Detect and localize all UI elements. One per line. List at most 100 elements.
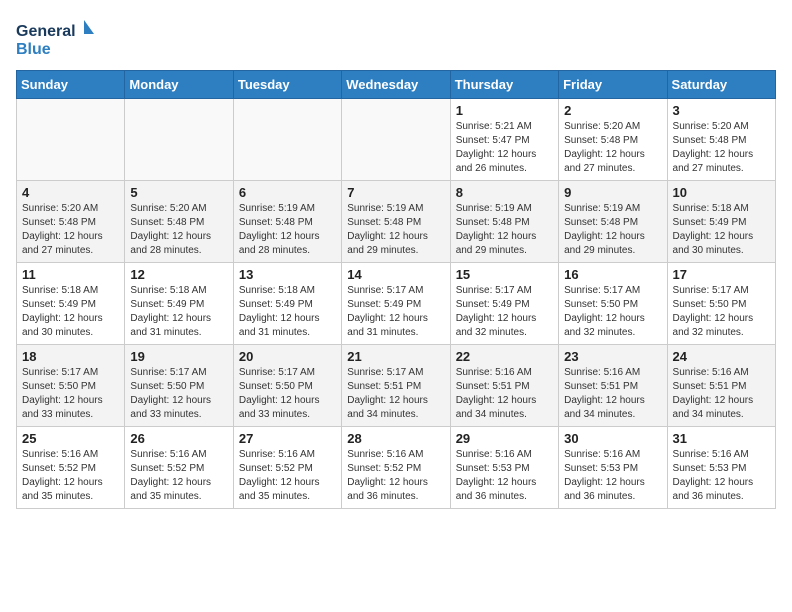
logo: General Blue — [16, 16, 96, 62]
day-detail: Sunrise: 5:16 AM Sunset: 5:52 PM Dayligh… — [347, 448, 444, 504]
day-number: 11 — [22, 267, 119, 282]
day-number: 5 — [130, 185, 227, 200]
col-header-monday: Monday — [125, 71, 233, 99]
logo-svg: General Blue — [16, 16, 96, 62]
calendar-cell: 13 Sunrise: 5:18 AM Sunset: 5:49 PM Dayli… — [233, 263, 341, 345]
day-number: 12 — [130, 267, 227, 282]
day-number: 9 — [564, 185, 661, 200]
calendar-cell: 17 Sunrise: 5:17 AM Sunset: 5:50 PM Dayli… — [667, 263, 775, 345]
calendar-cell — [17, 99, 125, 181]
calendar-cell — [233, 99, 341, 181]
calendar-cell: 5 Sunrise: 5:20 AM Sunset: 5:48 PM Daylig… — [125, 181, 233, 263]
calendar-cell: 6 Sunrise: 5:19 AM Sunset: 5:48 PM Daylig… — [233, 181, 341, 263]
calendar-cell: 24 Sunrise: 5:16 AM Sunset: 5:51 PM Dayli… — [667, 345, 775, 427]
day-detail: Sunrise: 5:16 AM Sunset: 5:51 PM Dayligh… — [673, 366, 770, 422]
calendar-cell — [342, 99, 450, 181]
day-detail: Sunrise: 5:20 AM Sunset: 5:48 PM Dayligh… — [564, 120, 661, 176]
day-number: 4 — [22, 185, 119, 200]
calendar-cell: 26Sunrise: 5:16 AM Sunset: 5:52 PM Dayli… — [125, 427, 233, 509]
day-detail: Sunrise: 5:17 AM Sunset: 5:50 PM Dayligh… — [673, 284, 770, 340]
day-number: 31 — [673, 431, 770, 446]
day-number: 6 — [239, 185, 336, 200]
day-number: 18 — [22, 349, 119, 364]
calendar-cell: 19 Sunrise: 5:17 AM Sunset: 5:50 PM Dayli… — [125, 345, 233, 427]
day-detail: Sunrise: 5:19 AM Sunset: 5:48 PM Dayligh… — [347, 202, 444, 258]
col-header-wednesday: Wednesday — [342, 71, 450, 99]
calendar-cell — [125, 99, 233, 181]
calendar-cell: 20 Sunrise: 5:17 AM Sunset: 5:50 PM Dayli… — [233, 345, 341, 427]
day-number: 7 — [347, 185, 444, 200]
calendar-cell: 4 Sunrise: 5:20 AM Sunset: 5:48 PM Daylig… — [17, 181, 125, 263]
calendar-cell: 21Sunrise: 5:17 AM Sunset: 5:51 PM Dayli… — [342, 345, 450, 427]
day-number: 10 — [673, 185, 770, 200]
calendar-cell: 2 Sunrise: 5:20 AM Sunset: 5:48 PM Daylig… — [559, 99, 667, 181]
day-detail: Sunrise: 5:17 AM Sunset: 5:50 PM Dayligh… — [239, 366, 336, 422]
calendar-cell: 16Sunrise: 5:17 AM Sunset: 5:50 PM Dayli… — [559, 263, 667, 345]
day-detail: Sunrise: 5:19 AM Sunset: 5:48 PM Dayligh… — [564, 202, 661, 258]
calendar-cell: 12 Sunrise: 5:18 AM Sunset: 5:49 PM Dayli… — [125, 263, 233, 345]
calendar-cell: 31 Sunrise: 5:16 AM Sunset: 5:53 PM Dayli… — [667, 427, 775, 509]
calendar-cell: 18 Sunrise: 5:17 AM Sunset: 5:50 PM Dayli… — [17, 345, 125, 427]
day-number: 24 — [673, 349, 770, 364]
calendar-cell: 10Sunrise: 5:18 AM Sunset: 5:49 PM Dayli… — [667, 181, 775, 263]
calendar-cell: 8 Sunrise: 5:19 AM Sunset: 5:48 PM Daylig… — [450, 181, 558, 263]
day-detail: Sunrise: 5:16 AM Sunset: 5:51 PM Dayligh… — [564, 366, 661, 422]
calendar-cell: 29 Sunrise: 5:16 AM Sunset: 5:53 PM Dayli… — [450, 427, 558, 509]
day-number: 8 — [456, 185, 553, 200]
col-header-saturday: Saturday — [667, 71, 775, 99]
day-number: 15 — [456, 267, 553, 282]
day-detail: Sunrise: 5:16 AM Sunset: 5:53 PM Dayligh… — [456, 448, 553, 504]
day-number: 2 — [564, 103, 661, 118]
day-detail: Sunrise: 5:20 AM Sunset: 5:48 PM Dayligh… — [130, 202, 227, 258]
day-number: 17 — [673, 267, 770, 282]
day-detail: Sunrise: 5:18 AM Sunset: 5:49 PM Dayligh… — [22, 284, 119, 340]
day-detail: Sunrise: 5:21 AM Sunset: 5:47 PM Dayligh… — [456, 120, 553, 176]
col-header-tuesday: Tuesday — [233, 71, 341, 99]
day-detail: Sunrise: 5:16 AM Sunset: 5:51 PM Dayligh… — [456, 366, 553, 422]
calendar-cell: 3Sunrise: 5:20 AM Sunset: 5:48 PM Daylig… — [667, 99, 775, 181]
calendar-week-row: 18 Sunrise: 5:17 AM Sunset: 5:50 PM Dayli… — [17, 345, 776, 427]
day-detail: Sunrise: 5:19 AM Sunset: 5:48 PM Dayligh… — [456, 202, 553, 258]
svg-text:Blue: Blue — [16, 41, 51, 58]
calendar-cell: 15 Sunrise: 5:17 AM Sunset: 5:49 PM Dayli… — [450, 263, 558, 345]
calendar-cell: 23 Sunrise: 5:16 AM Sunset: 5:51 PM Dayli… — [559, 345, 667, 427]
day-detail: Sunrise: 5:17 AM Sunset: 5:49 PM Dayligh… — [347, 284, 444, 340]
day-number: 30 — [564, 431, 661, 446]
day-detail: Sunrise: 5:17 AM Sunset: 5:50 PM Dayligh… — [22, 366, 119, 422]
calendar-cell: 25 Sunrise: 5:16 AM Sunset: 5:52 PM Dayli… — [17, 427, 125, 509]
day-number: 29 — [456, 431, 553, 446]
calendar-cell: 30 Sunrise: 5:16 AM Sunset: 5:53 PM Dayli… — [559, 427, 667, 509]
day-number: 25 — [22, 431, 119, 446]
day-detail: Sunrise: 5:18 AM Sunset: 5:49 PM Dayligh… — [130, 284, 227, 340]
day-detail: Sunrise: 5:17 AM Sunset: 5:49 PM Dayligh… — [456, 284, 553, 340]
svg-text:General: General — [16, 23, 76, 40]
day-detail: Sunrise: 5:17 AM Sunset: 5:50 PM Dayligh… — [564, 284, 661, 340]
day-number: 13 — [239, 267, 336, 282]
day-detail: Sunrise: 5:20 AM Sunset: 5:48 PM Dayligh… — [22, 202, 119, 258]
calendar-cell: 1Sunrise: 5:21 AM Sunset: 5:47 PM Daylig… — [450, 99, 558, 181]
day-number: 21 — [347, 349, 444, 364]
calendar-cell: 28 Sunrise: 5:16 AM Sunset: 5:52 PM Dayli… — [342, 427, 450, 509]
day-number: 28 — [347, 431, 444, 446]
calendar-week-row: 1Sunrise: 5:21 AM Sunset: 5:47 PM Daylig… — [17, 99, 776, 181]
day-detail: Sunrise: 5:18 AM Sunset: 5:49 PM Dayligh… — [239, 284, 336, 340]
calendar-week-row: 25 Sunrise: 5:16 AM Sunset: 5:52 PM Dayli… — [17, 427, 776, 509]
day-detail: Sunrise: 5:17 AM Sunset: 5:50 PM Dayligh… — [130, 366, 227, 422]
calendar-cell: 27 Sunrise: 5:16 AM Sunset: 5:52 PM Dayli… — [233, 427, 341, 509]
day-detail: Sunrise: 5:16 AM Sunset: 5:53 PM Dayligh… — [673, 448, 770, 504]
day-detail: Sunrise: 5:16 AM Sunset: 5:52 PM Dayligh… — [239, 448, 336, 504]
day-detail: Sunrise: 5:19 AM Sunset: 5:48 PM Dayligh… — [239, 202, 336, 258]
day-number: 14 — [347, 267, 444, 282]
calendar-week-row: 11 Sunrise: 5:18 AM Sunset: 5:49 PM Dayli… — [17, 263, 776, 345]
day-number: 20 — [239, 349, 336, 364]
day-detail: Sunrise: 5:16 AM Sunset: 5:53 PM Dayligh… — [564, 448, 661, 504]
day-detail: Sunrise: 5:16 AM Sunset: 5:52 PM Dayligh… — [130, 448, 227, 504]
day-number: 19 — [130, 349, 227, 364]
calendar-table: SundayMondayTuesdayWednesdayThursdayFrid… — [16, 70, 776, 509]
day-number: 23 — [564, 349, 661, 364]
day-number: 27 — [239, 431, 336, 446]
calendar-cell: 7 Sunrise: 5:19 AM Sunset: 5:48 PM Daylig… — [342, 181, 450, 263]
day-detail: Sunrise: 5:16 AM Sunset: 5:52 PM Dayligh… — [22, 448, 119, 504]
day-number: 3 — [673, 103, 770, 118]
calendar-cell: 22Sunrise: 5:16 AM Sunset: 5:51 PM Dayli… — [450, 345, 558, 427]
